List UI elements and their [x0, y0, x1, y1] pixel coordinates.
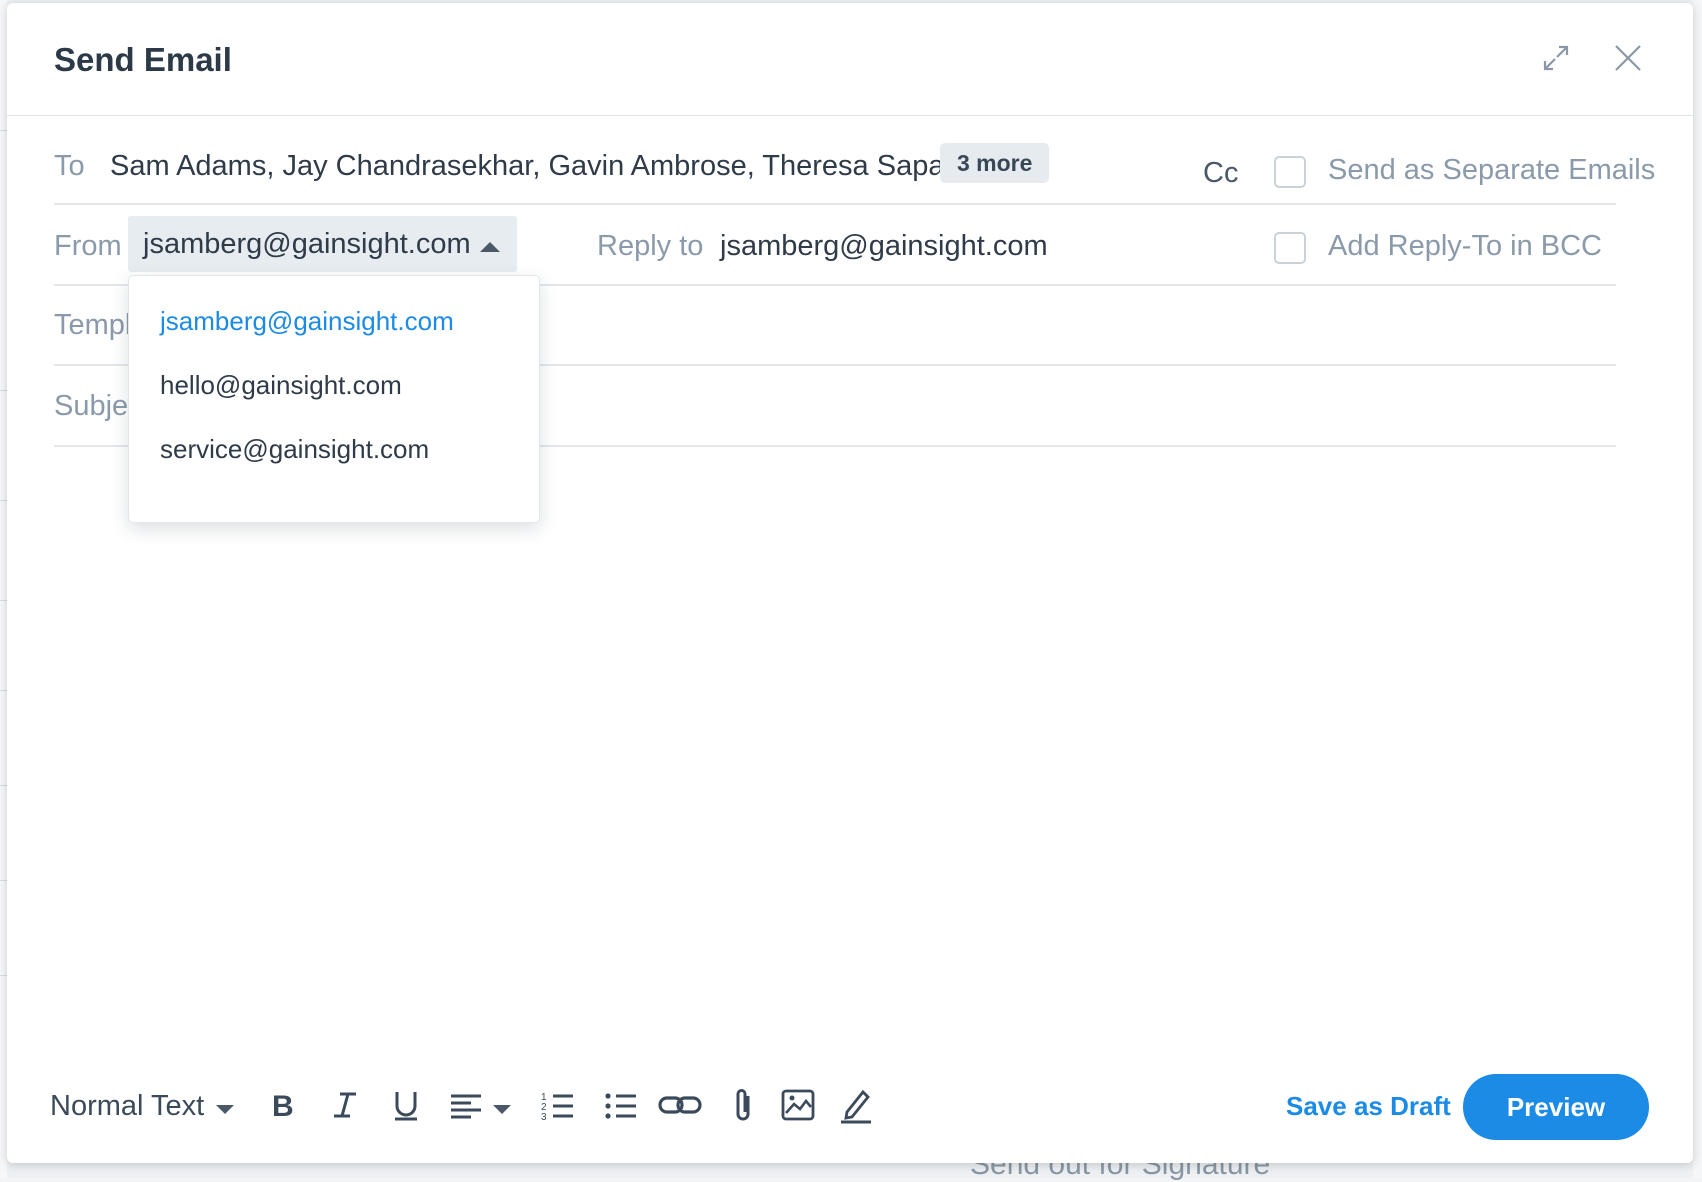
background-left-column: [0, 0, 7, 1178]
svg-text:B: B: [272, 1090, 294, 1123]
send-email-modal: Send Email To Sam Adams, Jay Chandrasekh…: [7, 3, 1693, 1163]
close-icon[interactable]: [1611, 41, 1645, 75]
more-recipients-chip[interactable]: 3 more: [940, 143, 1050, 183]
reply-to-label: Reply to: [597, 230, 704, 262]
from-select[interactable]: jsamberg@gainsight.com: [128, 216, 517, 272]
caret-up-icon: [480, 242, 500, 252]
expand-icon[interactable]: [1539, 41, 1573, 75]
numbered-list-icon[interactable]: 1 2 3: [539, 1086, 577, 1124]
reply-to-bcc-checkbox[interactable]: [1274, 232, 1306, 264]
from-option-hello[interactable]: hello@gainsight.com: [160, 370, 402, 401]
from-dropdown-menu: jsamberg@gainsight.com hello@gainsight.c…: [128, 275, 540, 523]
attachment-icon[interactable]: [724, 1086, 762, 1124]
bold-icon[interactable]: B: [265, 1086, 303, 1124]
from-label: From: [54, 230, 122, 262]
divider: [54, 203, 1616, 205]
modal-title: Send Email: [54, 41, 232, 78]
link-icon[interactable]: [657, 1086, 703, 1124]
separate-emails-checkbox[interactable]: [1274, 156, 1306, 188]
text-style-label: Normal Text: [50, 1090, 205, 1122]
signature-icon[interactable]: [837, 1086, 875, 1124]
chevron-down-icon[interactable]: [493, 1105, 511, 1114]
to-recipients[interactable]: Sam Adams, Jay Chandrasekhar, Gavin Ambr…: [110, 150, 970, 183]
align-icon[interactable]: [447, 1086, 485, 1124]
reply-to-value[interactable]: jsamberg@gainsight.com: [720, 230, 1048, 263]
image-icon[interactable]: [779, 1086, 817, 1124]
bulleted-list-icon[interactable]: [602, 1086, 640, 1124]
from-selected-value: jsamberg@gainsight.com: [143, 228, 471, 260]
preview-button[interactable]: Preview: [1463, 1074, 1649, 1140]
chevron-down-icon: [216, 1105, 234, 1114]
reply-to-bcc-label: Add Reply-To in BCC: [1328, 230, 1602, 262]
modal-header: Send Email: [7, 3, 1693, 116]
from-option-jsamberg[interactable]: jsamberg@gainsight.com: [160, 306, 454, 337]
subject-label: Subje: [54, 390, 129, 422]
underline-icon[interactable]: [387, 1086, 425, 1124]
separate-emails-label: Send as Separate Emails: [1328, 154, 1656, 186]
from-option-service[interactable]: service@gainsight.com: [160, 434, 429, 465]
italic-icon[interactable]: [326, 1086, 364, 1124]
cc-link[interactable]: Cc: [1203, 157, 1238, 190]
save-as-draft-button[interactable]: Save as Draft: [1286, 1091, 1451, 1122]
background-right-edge: [1693, 0, 1702, 1178]
svg-text:3: 3: [541, 1112, 547, 1123]
to-label: To: [54, 150, 85, 182]
template-label: Templ: [54, 309, 132, 341]
text-style-select[interactable]: Normal Text: [50, 1090, 204, 1123]
